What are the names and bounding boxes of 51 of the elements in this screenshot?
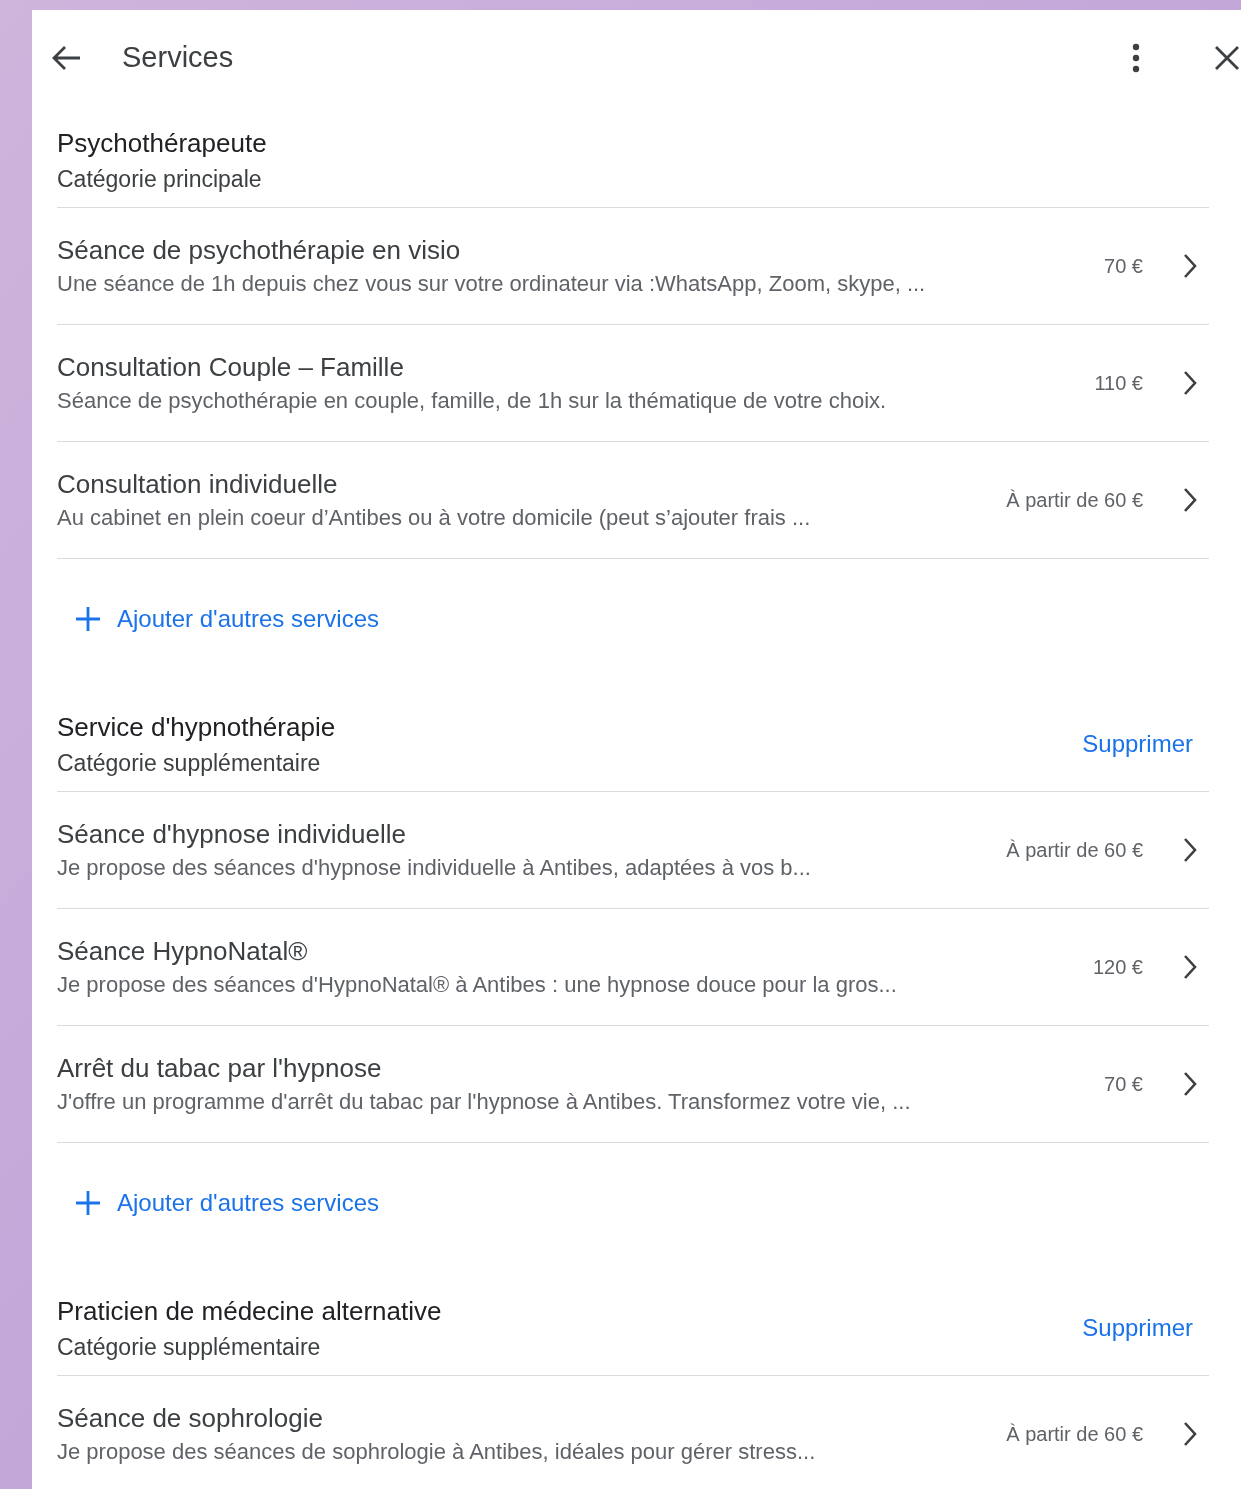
chevron-right-icon xyxy=(1183,837,1197,863)
plus-icon xyxy=(75,1190,101,1216)
service-title: Séance de psychothérapie en visio xyxy=(57,234,462,266)
service-description: Je propose des séances d'hypnose individuelle à Antibes, adaptées à vos b... xyxy=(57,854,812,882)
service-price: À partir de 60 € xyxy=(1006,488,1143,513)
category-subtitle: Catégorie supplémentaire xyxy=(57,749,322,777)
service-price: 110 € xyxy=(1094,371,1143,396)
plus-icon xyxy=(75,606,101,632)
category-subtitle: Catégorie principale xyxy=(57,165,263,193)
chevron-right-icon xyxy=(1183,954,1197,980)
service-row[interactable]: Arrêt du tabac par l'hypnose J'offre un programme d'arrêt du tabac par l'hypnose à Antibes. Transformez votre vie, ... 70 € xyxy=(57,1026,1209,1143)
service-price: À partir de 60 € xyxy=(1006,838,1143,863)
service-title: Consultation Couple – Famille xyxy=(57,351,405,383)
service-description: J'offre un programme d'arrêt du tabac par l'hypnose à Antibes. Transformez votre vie, ... xyxy=(57,1088,912,1116)
service-row[interactable]: Séance de psychothérapie en visio Une séance de 1h depuis chez vous sur votre ordinateur via :WhatsApp, Zoom, skype, ... 70 € xyxy=(57,208,1209,325)
page-title: Services xyxy=(122,39,234,75)
service-description: Je propose des séances de sophrologie à Antibes, idéales pour gérer stress... xyxy=(57,1438,817,1466)
category-title: Praticien de médecine alternative xyxy=(57,1295,443,1327)
delete-link[interactable]: Supprimer xyxy=(1082,726,1193,762)
back-arrow-icon[interactable] xyxy=(50,43,82,72)
category-title: Psychothérapeute xyxy=(57,127,268,159)
service-row[interactable]: Séance de sophrologie Je propose des séances de sophrologie à Antibes, idéales pour gérer stress... À partir de 60 € xyxy=(57,1376,1209,1489)
chevron-right-icon xyxy=(1183,1071,1197,1097)
service-title: Séance de sophrologie xyxy=(57,1402,324,1434)
service-title: Arrêt du tabac par l'hypnose xyxy=(57,1052,383,1084)
service-description: Une séance de 1h depuis chez vous sur votre ordinateur via :WhatsApp, Zoom, skype, ... xyxy=(57,270,927,298)
category-subtitle: Catégorie supplémentaire xyxy=(57,1333,322,1361)
delete-link[interactable]: Supprimer xyxy=(1082,1310,1193,1346)
service-description: Je propose des séances d'HypnoNatal® à Antibes : une hypnose douce pour la gros... xyxy=(57,971,898,999)
service-price: 70 € xyxy=(1104,254,1143,279)
category-title: Service d'hypnothérapie xyxy=(57,711,337,743)
chevron-right-icon xyxy=(1183,370,1197,396)
service-description: Au cabinet en plein coeur d’Antibes ou à votre domicile (peut s’ajouter frais ... xyxy=(57,504,812,532)
service-title: Séance HypnoNatal® xyxy=(57,935,309,967)
service-row[interactable]: Consultation individuelle Au cabinet en plein coeur d’Antibes ou à votre domicile (peut s’ajouter frais ... À partir de 60 € xyxy=(57,442,1209,559)
service-price: 120 € xyxy=(1092,955,1143,980)
chevron-right-icon xyxy=(1183,487,1197,513)
service-description: Séance de psychothérapie en couple, famille, de 1h sur la thématique de votre choix. xyxy=(57,387,888,415)
service-title: Séance d'hypnose individuelle xyxy=(57,818,407,850)
service-row[interactable]: Consultation Couple – Famille Séance de psychothérapie en couple, famille, de 1h sur la thématique de votre choix. 110 € xyxy=(57,325,1209,442)
chevron-right-icon xyxy=(1183,1421,1197,1447)
service-title: Consultation individuelle xyxy=(57,468,339,500)
service-price: À partir de 60 € xyxy=(1006,1422,1143,1447)
close-icon[interactable] xyxy=(1214,44,1240,71)
service-price: 70 € xyxy=(1104,1072,1143,1097)
more-options-icon[interactable] xyxy=(1132,42,1140,73)
service-row[interactable]: Séance HypnoNatal® Je propose des séances d'HypnoNatal® à Antibes : une hypnose douce pour la gros... 120 € xyxy=(57,909,1209,1026)
chevron-right-icon xyxy=(1183,253,1197,279)
service-row[interactable]: Séance d'hypnose individuelle Je propose des séances d'hypnose individuelle à Antibes, adaptées à vos b... À partir de 60 € xyxy=(57,792,1209,909)
add-services-link[interactable]: Ajouter d'autres services xyxy=(57,1185,380,1221)
add-services-link[interactable]: Ajouter d'autres services xyxy=(57,601,380,637)
